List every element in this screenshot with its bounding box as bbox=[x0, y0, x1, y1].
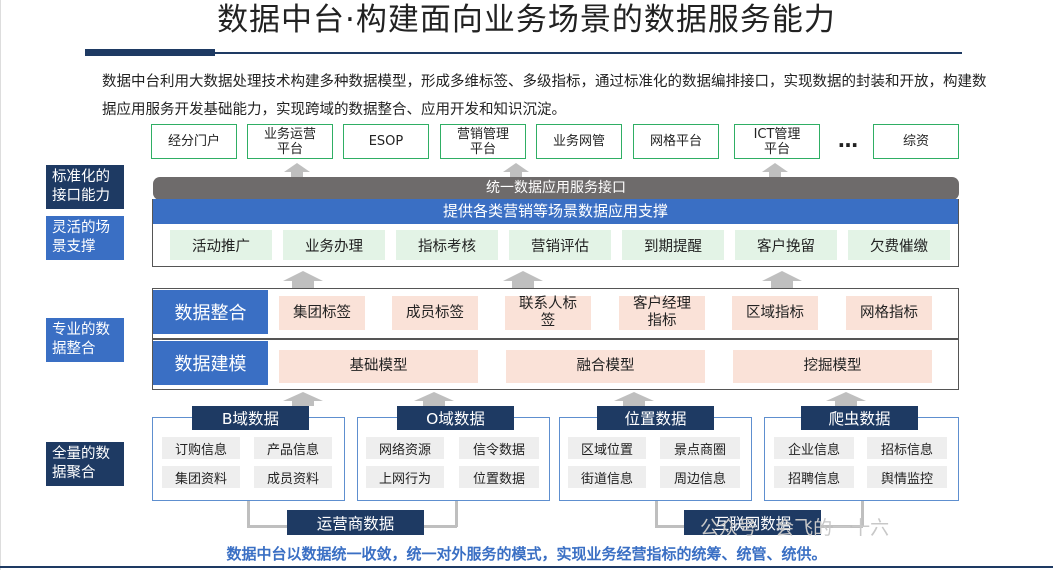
app-box: ICT管理 平台 bbox=[734, 124, 820, 159]
source-item: 招标信息 bbox=[867, 437, 947, 459]
source-header: O域数据 bbox=[397, 406, 514, 430]
scene-item: 欠费催缴 bbox=[848, 230, 950, 260]
app-box: 网格平台 bbox=[633, 124, 719, 159]
modeling-item: 挖掘模型 bbox=[733, 350, 932, 383]
app-box: 业务网管 bbox=[536, 124, 622, 159]
connector-line bbox=[455, 501, 458, 527]
integration-label: 数据整合 bbox=[153, 290, 268, 334]
source-item: 上网行为 bbox=[366, 466, 444, 488]
source-item: 街道信息 bbox=[568, 466, 646, 488]
divider bbox=[152, 338, 959, 340]
up-arrow-icon bbox=[414, 392, 454, 401]
up-arrow-icon bbox=[826, 392, 866, 401]
side-label-pro: 专业的数 据整合 bbox=[46, 318, 124, 362]
title-underline-accent bbox=[85, 49, 215, 56]
scene-header: 提供各类营销等场景数据应用支撑 bbox=[153, 199, 958, 224]
up-arrow-icon bbox=[614, 392, 654, 401]
source-item: 集团资料 bbox=[162, 466, 240, 488]
unified-interface-bar: 统一数据应用服务接口 bbox=[153, 177, 959, 200]
scene-item: 客户挽留 bbox=[735, 230, 837, 260]
up-arrow-icon bbox=[762, 271, 802, 281]
bottom-rule bbox=[0, 566, 1053, 568]
side-label-full: 全量的数 据聚合 bbox=[46, 442, 124, 486]
scene-item: 业务办理 bbox=[283, 230, 385, 260]
side-label-interface: 标准化的 接口能力 bbox=[46, 165, 124, 209]
source-header: 爬虫数据 bbox=[801, 406, 918, 430]
footer-summary: 数据中台以数据统一收敛，统一对外服务的模式，实现业务经营指标的统筹、统管、统供。 bbox=[226, 545, 827, 563]
app-box: 综资 bbox=[873, 124, 959, 159]
source-item: 区域位置 bbox=[568, 437, 646, 459]
up-arrow-icon bbox=[503, 271, 543, 281]
watermark: 公众号 · 会飞的一十六 bbox=[700, 517, 890, 539]
modeling-label: 数据建模 bbox=[153, 341, 268, 385]
source-item: 成员资料 bbox=[254, 466, 332, 488]
title-underline bbox=[85, 52, 962, 54]
integration-item: 客户经理 指标 bbox=[619, 296, 705, 330]
scene-item: 指标考核 bbox=[396, 230, 498, 260]
description-text: 数据中台利用大数据处理技术构建多种数据模型，形成多维标签、多级指标，通过标准化的… bbox=[102, 74, 987, 118]
source-item: 舆情监控 bbox=[867, 466, 947, 488]
page-title: 数据中台·构建面向业务场景的数据服务能力 bbox=[217, 2, 836, 38]
left-border bbox=[0, 0, 1, 570]
source-header: B域数据 bbox=[192, 406, 309, 430]
up-arrow-icon bbox=[283, 392, 323, 401]
integration-item: 联系人标 签 bbox=[505, 296, 591, 330]
connector-line bbox=[247, 501, 250, 527]
up-arrow-icon bbox=[283, 271, 323, 281]
modeling-item: 基础模型 bbox=[279, 350, 478, 383]
source-item: 网络资源 bbox=[366, 437, 444, 459]
source-header: 位置数据 bbox=[597, 406, 714, 430]
connector-line bbox=[655, 501, 658, 527]
app-box: 营销管理 平台 bbox=[440, 124, 526, 159]
scene-item: 营销评估 bbox=[509, 230, 611, 260]
app-box: ESOP bbox=[343, 124, 429, 159]
integration-item: 成员标签 bbox=[392, 296, 478, 330]
source-item: 位置数据 bbox=[459, 466, 539, 488]
more-apps-ellipsis: … bbox=[838, 128, 858, 152]
source-item: 订购信息 bbox=[162, 437, 240, 459]
app-box: 经分门户 bbox=[151, 124, 237, 159]
source-item: 周边信息 bbox=[660, 466, 740, 488]
source-item: 招聘信息 bbox=[774, 466, 854, 488]
app-box: 业务运营 平台 bbox=[247, 124, 333, 159]
carrier-data-label: 运营商数据 bbox=[287, 510, 424, 535]
source-item: 景点商圈 bbox=[660, 437, 740, 459]
source-item: 企业信息 bbox=[774, 437, 854, 459]
source-item: 信令数据 bbox=[459, 437, 539, 459]
side-label-scene: 灵活的场 景支撑 bbox=[46, 216, 124, 260]
source-item: 产品信息 bbox=[254, 437, 332, 459]
modeling-item: 融合模型 bbox=[506, 350, 705, 383]
integration-item: 集团标签 bbox=[279, 296, 365, 330]
integration-item: 区域指标 bbox=[732, 296, 818, 330]
scene-item: 到期提醒 bbox=[622, 230, 724, 260]
scene-item: 活动推广 bbox=[170, 230, 272, 260]
integration-item: 网格指标 bbox=[846, 296, 932, 330]
